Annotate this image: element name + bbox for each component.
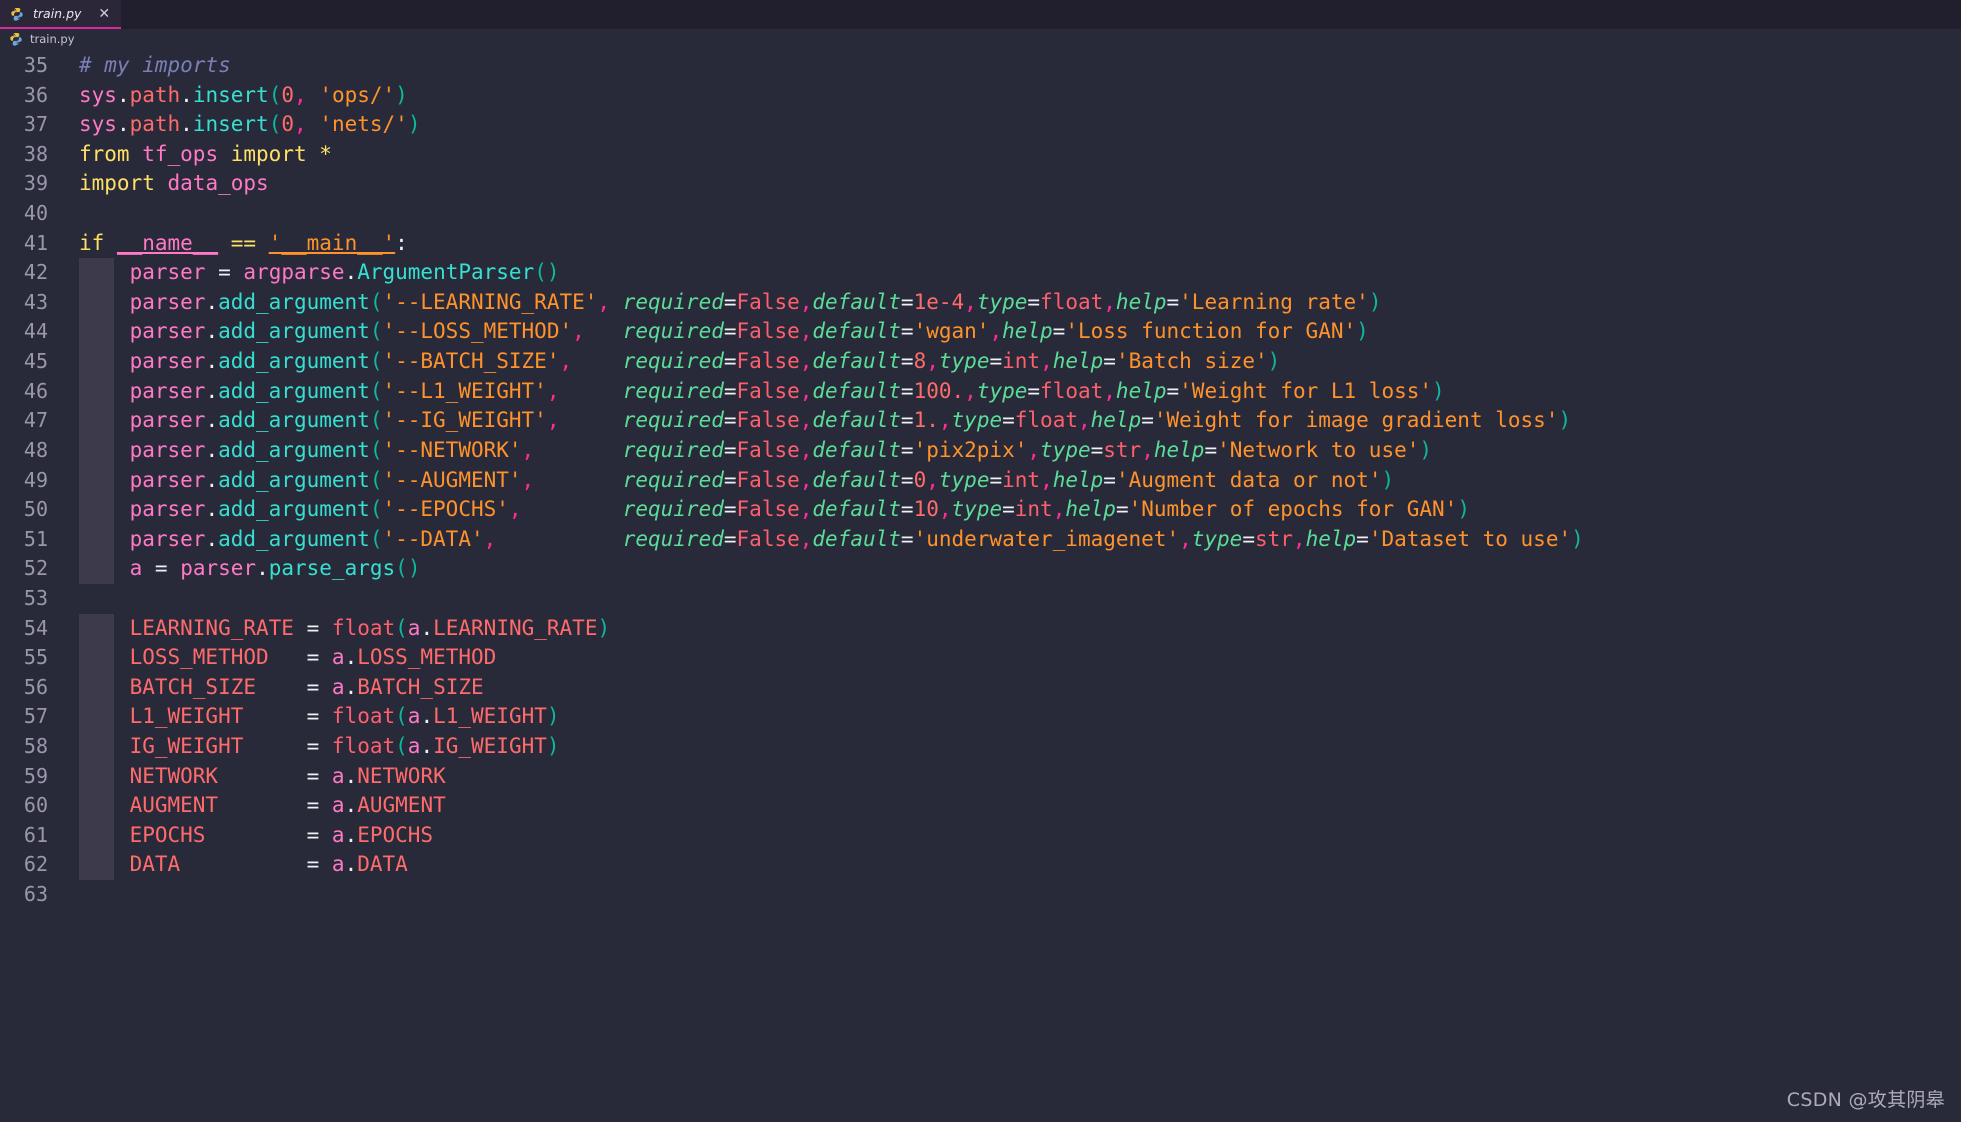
- line-number: 39: [23, 171, 48, 196]
- code-line[interactable]: 46 parser.add_argument('--L1_WEIGHT', re…: [0, 377, 1961, 407]
- line-number: 43: [23, 289, 48, 314]
- line-number: 47: [23, 408, 48, 433]
- code-line[interactable]: 53: [0, 584, 1961, 614]
- tab-label: train.py: [33, 6, 82, 21]
- code-line[interactable]: 48 parser.add_argument('--NETWORK', requ…: [0, 436, 1961, 466]
- code-line[interactable]: 37 sys.path.insert(0, 'nets/'): [0, 110, 1961, 140]
- code-text: BATCH_SIZE = a.BATCH_SIZE: [129, 674, 484, 699]
- editor-tab-bar: train.py ✕: [0, 0, 1961, 29]
- code-line[interactable]: 56 BATCH_SIZE = a.BATCH_SIZE: [0, 673, 1961, 703]
- code-text: sys.path.insert(0, 'ops/'): [79, 82, 408, 107]
- code-line[interactable]: 59 NETWORK = a.NETWORK: [0, 762, 1961, 792]
- code-text: parser = argparse.ArgumentParser(): [129, 260, 560, 285]
- code-text: L1_WEIGHT = float(a.L1_WEIGHT): [129, 704, 560, 729]
- line-number: 42: [23, 260, 48, 285]
- code-line[interactable]: 41 if __name__ == '__main__':: [0, 229, 1961, 259]
- code-text: parser.add_argument('--IG_WEIGHT', requi…: [129, 408, 1572, 433]
- code-text: NETWORK = a.NETWORK: [129, 763, 446, 788]
- code-text: parser.add_argument('--NETWORK', require…: [129, 437, 1433, 462]
- code-text: a = parser.parse_args(): [129, 556, 421, 581]
- line-number: 51: [23, 526, 48, 551]
- breadcrumb[interactable]: train.py: [0, 29, 1961, 49]
- code-line[interactable]: 40: [0, 199, 1961, 229]
- code-line[interactable]: 39 import data_ops: [0, 169, 1961, 199]
- code-line[interactable]: 35 # my imports: [0, 51, 1961, 81]
- code-line[interactable]: 45 parser.add_argument('--BATCH_SIZE', r…: [0, 347, 1961, 377]
- line-number: 59: [23, 763, 48, 788]
- line-number: 41: [23, 230, 48, 255]
- code-text: parser.add_argument('--DATA', required=F…: [129, 526, 1584, 551]
- line-number: 62: [23, 852, 48, 877]
- code-text: parser.add_argument('--AUGMENT', require…: [129, 467, 1395, 492]
- code-line[interactable]: 42 parser = argparse.ArgumentParser(): [0, 258, 1961, 288]
- line-number: 37: [23, 112, 48, 137]
- line-number: 50: [23, 497, 48, 522]
- code-line[interactable]: 50 parser.add_argument('--EPOCHS', requi…: [0, 495, 1961, 525]
- line-number: 56: [23, 674, 48, 699]
- code-line[interactable]: 55 LOSS_METHOD = a.LOSS_METHOD: [0, 643, 1961, 673]
- code-text: LEARNING_RATE = float(a.LEARNING_RATE): [129, 615, 611, 640]
- code-text: IG_WEIGHT = float(a.IG_WEIGHT): [129, 734, 560, 759]
- code-text: sys.path.insert(0, 'nets/'): [79, 112, 421, 137]
- line-number: 36: [23, 82, 48, 107]
- line-number: 40: [23, 201, 48, 226]
- close-icon[interactable]: ✕: [98, 7, 110, 21]
- code-line[interactable]: 61 EPOCHS = a.EPOCHS: [0, 821, 1961, 851]
- line-number: 46: [23, 378, 48, 403]
- code-line[interactable]: 43 parser.add_argument('--LEARNING_RATE'…: [0, 288, 1961, 318]
- code-line[interactable]: 58 IG_WEIGHT = float(a.IG_WEIGHT): [0, 732, 1961, 762]
- code-line[interactable]: 52 a = parser.parse_args(): [0, 554, 1961, 584]
- line-number: 45: [23, 349, 48, 374]
- line-number: 49: [23, 467, 48, 492]
- line-number: 61: [23, 822, 48, 847]
- code-line[interactable]: 62 DATA = a.DATA: [0, 850, 1961, 880]
- code-text: EPOCHS = a.EPOCHS: [129, 822, 434, 847]
- python-icon: [9, 32, 23, 46]
- code-text: DATA = a.DATA: [129, 852, 408, 877]
- code-line[interactable]: 44 parser.add_argument('--LOSS_METHOD', …: [0, 317, 1961, 347]
- python-icon: [10, 7, 24, 21]
- watermark: CSDN @攻其阴皋: [1786, 1089, 1945, 1111]
- code-text: LOSS_METHOD = a.LOSS_METHOD: [129, 645, 497, 670]
- code-line[interactable]: 54 LEARNING_RATE = float(a.LEARNING_RATE…: [0, 614, 1961, 644]
- code-line[interactable]: 49 parser.add_argument('--AUGMENT', requ…: [0, 466, 1961, 496]
- line-number: 57: [23, 704, 48, 729]
- code-line[interactable]: 36 sys.path.insert(0, 'ops/'): [0, 81, 1961, 111]
- line-number: 53: [23, 585, 48, 610]
- code-line[interactable]: 60 AUGMENT = a.AUGMENT: [0, 791, 1961, 821]
- line-number: 55: [23, 645, 48, 670]
- line-number: 48: [23, 437, 48, 462]
- code-text: parser.add_argument('--LEARNING_RATE', r…: [129, 289, 1382, 314]
- line-number: 38: [23, 141, 48, 166]
- code-text: from tf_ops import *: [79, 141, 332, 166]
- code-text: import data_ops: [79, 171, 269, 196]
- code-line[interactable]: 57 L1_WEIGHT = float(a.L1_WEIGHT): [0, 702, 1961, 732]
- line-number: 54: [23, 615, 48, 640]
- code-line[interactable]: 38 from tf_ops import *: [0, 140, 1961, 170]
- code-text: parser.add_argument('--LOSS_METHOD', req…: [129, 319, 1369, 344]
- line-number: 35: [23, 53, 48, 77]
- code-text: parser.add_argument('--BATCH_SIZE', requ…: [129, 349, 1281, 374]
- code-text: if __name__ == '__main__':: [79, 230, 408, 255]
- code-text: parser.add_argument('--EPOCHS', required…: [129, 497, 1470, 522]
- line-number: 58: [23, 734, 48, 759]
- breadcrumb-path[interactable]: train.py: [30, 32, 75, 46]
- code-editor[interactable]: 35 # my imports 36 sys.path.insert(0, 'ops/…: [0, 49, 1961, 1122]
- code-text: AUGMENT = a.AUGMENT: [129, 793, 446, 818]
- line-number: 52: [23, 556, 48, 581]
- code-line[interactable]: 47 parser.add_argument('--IG_WEIGHT', re…: [0, 406, 1961, 436]
- tab-train-py[interactable]: train.py ✕: [0, 0, 122, 29]
- line-number: 44: [23, 319, 48, 344]
- code-lines[interactable]: 35 # my imports 36 sys.path.insert(0, 'ops/…: [0, 49, 1961, 910]
- line-number: 63: [23, 882, 48, 907]
- code-line[interactable]: 51 parser.add_argument('--DATA', require…: [0, 525, 1961, 555]
- code-line[interactable]: 63: [0, 880, 1961, 910]
- code-text: parser.add_argument('--L1_WEIGHT', requi…: [129, 378, 1445, 403]
- code-text: # my imports: [79, 53, 231, 77]
- line-number: 60: [23, 793, 48, 818]
